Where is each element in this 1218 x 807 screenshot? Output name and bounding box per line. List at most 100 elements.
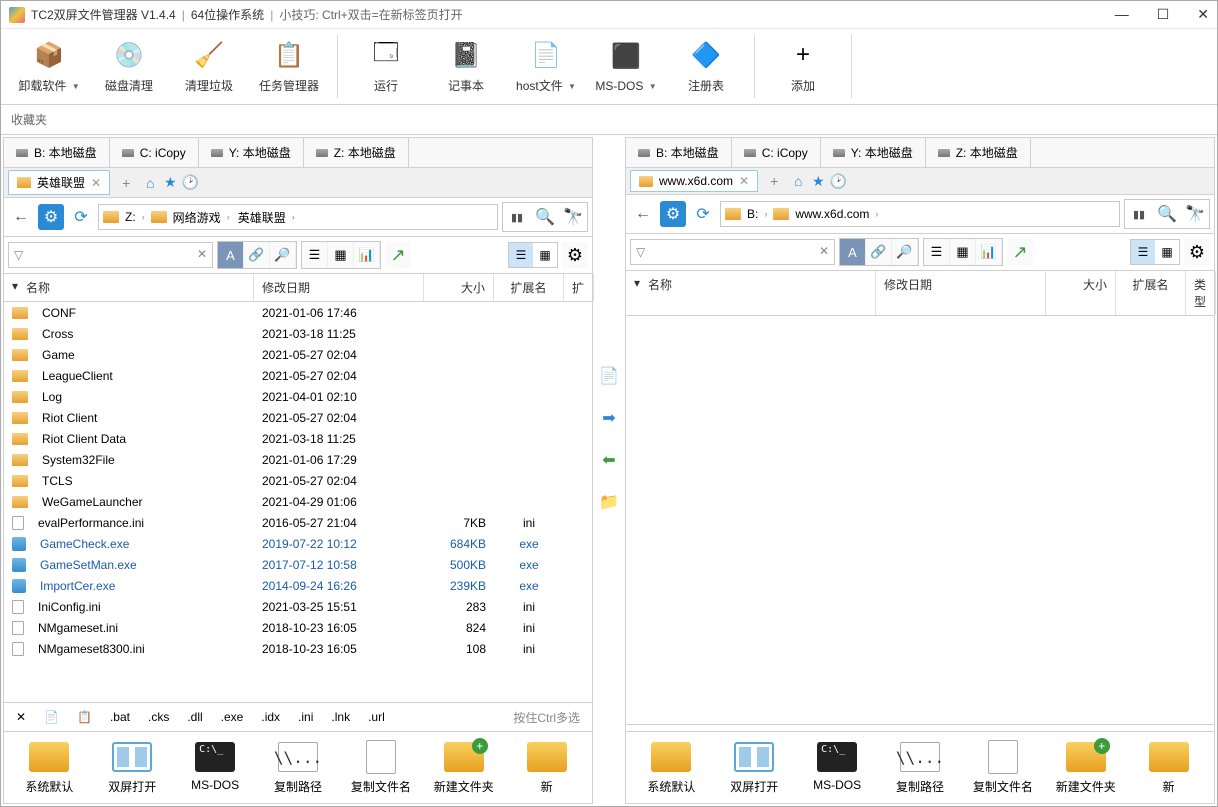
drive-item[interactable]: Y: 本地磁盘 [199, 138, 304, 167]
copy-right-icon[interactable]: 📄 [598, 365, 620, 387]
file-row[interactable]: TCLS2021-05-27 02:04 [4, 470, 592, 491]
drive-item[interactable]: B: 本地磁盘 [626, 138, 732, 167]
bottom-dos[interactable]: C:\_MS-DOS [174, 738, 257, 797]
file-row[interactable]: System32File2021-01-06 17:29 [4, 449, 592, 470]
link-icon[interactable]: 🔗 [244, 242, 270, 268]
breadcrumb-left[interactable]: Z: ›网络游戏 ›英雄联盟 › [98, 204, 498, 230]
tab-history-icon[interactable]: 🕑 [830, 173, 846, 189]
file-row[interactable]: Log2021-04-01 02:10 [4, 386, 592, 407]
copy-left-icon[interactable]: 📁 [598, 491, 620, 513]
sync-button[interactable]: ⚙ [38, 204, 64, 230]
view-list-icon[interactable]: ☰ [1131, 240, 1155, 264]
breadcrumb-segment[interactable]: Z: › [123, 210, 147, 224]
list-view-icon[interactable]: ☰ [924, 239, 950, 265]
tab-favorites-icon[interactable]: ★ [162, 175, 178, 191]
export-icon[interactable]: ↗ [385, 242, 411, 268]
file-row[interactable]: LeagueClient2021-05-27 02:04 [4, 365, 592, 386]
move-right-icon[interactable]: ➡ [598, 407, 620, 429]
file-row[interactable]: evalPerformance.ini2016-05-27 21:047KBin… [4, 512, 592, 533]
font-button[interactable]: A [840, 239, 866, 265]
select-all-icon[interactable]: ▾ [12, 279, 18, 296]
tab-favorites-icon[interactable]: ★ [810, 173, 826, 189]
file-row[interactable]: ImportCer.exe2014-09-24 16:26239KBexe [4, 575, 592, 596]
details-view-icon[interactable]: 📊 [976, 239, 1002, 265]
details-view-icon[interactable]: 📊 [354, 242, 380, 268]
bottom-dual[interactable]: 双屏打开 [713, 738, 796, 797]
bottom-dual[interactable]: 双屏打开 [91, 738, 174, 797]
bottom-folder[interactable]: 系统默认 [8, 738, 91, 797]
filter-input[interactable] [630, 239, 835, 265]
drive-item[interactable]: C: iCopy [110, 138, 199, 167]
clear-filter-icon[interactable]: ✕ [819, 244, 829, 258]
toolbar-卸载软件[interactable]: 📦卸载软件 ▼ [9, 35, 89, 98]
barcode-icon[interactable]: ▮▮ [1126, 201, 1152, 227]
ext-filter[interactable]: .bat [102, 706, 138, 728]
binoculars-icon[interactable]: 🔭 [560, 204, 586, 230]
toolbar-host文件[interactable]: 📄host文件 ▼ [506, 35, 586, 98]
ext-filter[interactable]: .lnk [323, 706, 358, 728]
binoculars-icon[interactable]: 🔭 [1182, 201, 1208, 227]
grid-view-icon[interactable]: ▦ [328, 242, 354, 268]
bottom-more[interactable]: 新 [1127, 738, 1210, 797]
bottom-folder[interactable]: 系统默认 [630, 738, 713, 797]
sync-button[interactable]: ⚙ [660, 201, 686, 227]
toolbar-记事本[interactable]: 📓记事本 [426, 35, 506, 98]
toolbar-清理垃圾[interactable]: 🧹清理垃圾 [169, 35, 249, 98]
file-row[interactable]: GameCheck.exe2019-07-22 10:12684KBexe [4, 533, 592, 554]
file-row[interactable]: GameSetMan.exe2017-07-12 10:58500KBexe [4, 554, 592, 575]
bottom-doc[interactable]: 复制文件名 [339, 738, 422, 797]
view-column-icon[interactable]: ▦ [1155, 240, 1179, 264]
bottom-more[interactable]: 新 [505, 738, 588, 797]
view-column-icon[interactable]: ▦ [533, 243, 557, 267]
grid-view-icon[interactable]: ▦ [950, 239, 976, 265]
close-button[interactable]: ✕ [1197, 6, 1209, 23]
file-row[interactable]: WeGameLauncher2021-04-29 01:06 [4, 491, 592, 512]
tab-add-button[interactable]: + [762, 171, 786, 191]
select-all-icon[interactable]: ▾ [634, 276, 640, 310]
tab-left-active[interactable]: 英雄联盟 ✕ [8, 170, 110, 195]
maximize-button[interactable]: ☐ [1157, 6, 1170, 23]
refresh-button[interactable]: ⟳ [690, 201, 716, 227]
toolbar-添加[interactable]: +添加 [763, 35, 843, 98]
file-row[interactable]: CONF2021-01-06 17:46 [4, 302, 592, 323]
back-button[interactable]: ← [8, 204, 34, 230]
settings-icon[interactable]: ⚙ [1184, 239, 1210, 265]
tab-close-icon[interactable]: ✕ [739, 174, 749, 188]
ext-filter[interactable]: ✕ [8, 706, 34, 728]
favorites-bar[interactable]: 收藏夹 [1, 105, 1217, 135]
filter-input[interactable] [8, 242, 213, 268]
drive-item[interactable]: Y: 本地磁盘 [821, 138, 926, 167]
ext-filter[interactable]: .idx [253, 706, 288, 728]
ext-filter[interactable]: .url [360, 706, 393, 728]
bottom-doc[interactable]: 复制文件名 [961, 738, 1044, 797]
bottom-folder-new[interactable]: 新建文件夹 [1044, 738, 1127, 797]
back-button[interactable]: ← [630, 201, 656, 227]
drive-item[interactable]: Z: 本地磁盘 [926, 138, 1031, 167]
zoom-icon[interactable]: 🔎 [892, 239, 918, 265]
file-row[interactable]: Game2021-05-27 02:04 [4, 344, 592, 365]
toolbar-注册表[interactable]: 🔷注册表 [666, 35, 746, 98]
toolbar-MS-DOS[interactable]: ⬛MS-DOS ▼ [586, 35, 666, 98]
file-row[interactable]: Riot Client2021-05-27 02:04 [4, 407, 592, 428]
bottom-copy[interactable]: \\...复制路径 [257, 738, 340, 797]
move-left-icon[interactable]: ⬅ [598, 449, 620, 471]
search-button[interactable]: 🔍 [1154, 201, 1180, 227]
minimize-button[interactable]: — [1115, 6, 1129, 23]
ext-filter[interactable]: 📄 [36, 706, 67, 728]
breadcrumb-segment[interactable]: 英雄联盟 › [236, 209, 297, 226]
tab-home-icon[interactable]: ⌂ [790, 173, 806, 189]
ext-filter[interactable]: .cks [140, 706, 177, 728]
zoom-icon[interactable]: 🔎 [270, 242, 296, 268]
clear-filter-icon[interactable]: ✕ [197, 247, 207, 261]
view-list-icon[interactable]: ☰ [509, 243, 533, 267]
file-row[interactable]: IniConfig.ini2021-03-25 15:51283ini [4, 596, 592, 617]
file-row[interactable]: Riot Client Data2021-03-18 11:25 [4, 428, 592, 449]
bottom-folder-new[interactable]: 新建文件夹 [422, 738, 505, 797]
file-list-right[interactable] [626, 316, 1214, 724]
bottom-copy[interactable]: \\...复制路径 [879, 738, 962, 797]
breadcrumb-right[interactable]: B: ›www.x6d.com › [720, 201, 1120, 227]
file-row[interactable]: Cross2021-03-18 11:25 [4, 323, 592, 344]
tab-history-icon[interactable]: 🕑 [182, 175, 198, 191]
file-row[interactable]: NMgameset8300.ini2018-10-23 16:05108ini [4, 638, 592, 659]
refresh-button[interactable]: ⟳ [68, 204, 94, 230]
